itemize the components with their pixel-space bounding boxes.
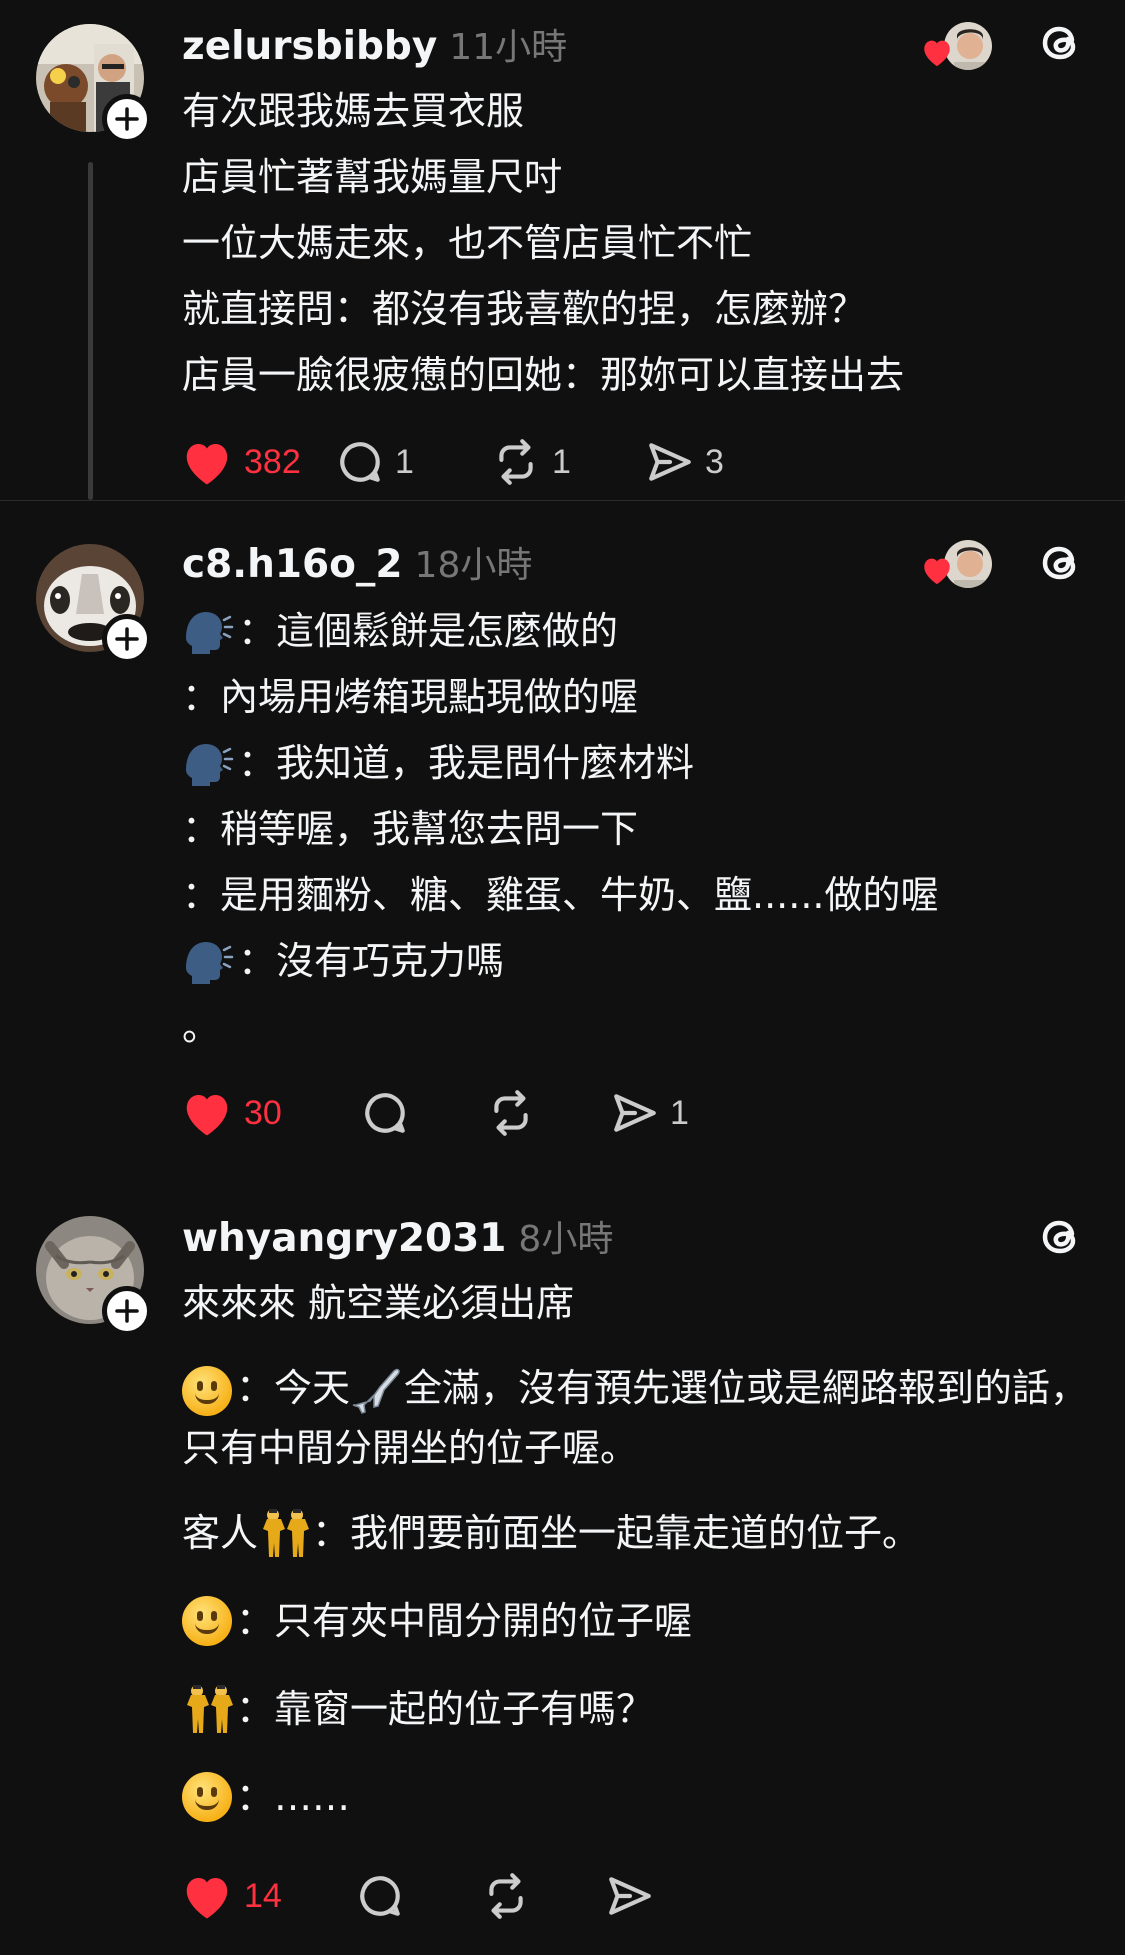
smile-icon <box>182 1365 232 1416</box>
post-line: ：稍等喔，我幫您去問一下 <box>182 807 639 851</box>
post-header: c8.h16o_2 18小時 <box>182 536 532 588</box>
post-line: ：只有夾中間分開的位子喔 <box>182 1588 1102 1654</box>
repost-icon <box>494 1090 528 1136</box>
share-icon <box>649 443 691 481</box>
like-button[interactable]: 382 <box>180 432 335 492</box>
comment-icon <box>360 1876 400 1916</box>
username[interactable]: whyangry2031 <box>182 1216 506 1261</box>
smile-icon <box>182 1772 232 1822</box>
action-bar: 382 1 1 3 <box>180 432 765 492</box>
like-button[interactable]: 30 <box>180 1083 360 1143</box>
speaking-head-icon <box>182 740 234 786</box>
speaking-head-icon <box>182 938 234 984</box>
post-line: 一位大媽走來，也不管店員忙不忙 <box>182 221 753 265</box>
follow-button[interactable] <box>102 1286 152 1336</box>
people-icon <box>258 1507 312 1559</box>
post-body: 來來來 航空業必須出席 ：今天 全滿，沒有預先選位或是網路報到的話，只有中間分開坐… <box>182 1270 1102 1830</box>
post-line-text: ：只有夾中間分開的位子喔 <box>236 1599 693 1643</box>
post-line: ：今天 全滿，沒有預先選位或是網路報到的話，只有中間分開坐的位子喔。 <box>182 1358 1102 1478</box>
post-line: 有次跟我媽去買衣服 <box>182 89 525 133</box>
post-line: ：我知道，我是問什麼材料 <box>182 730 1102 796</box>
reply-button[interactable] <box>355 1866 480 1926</box>
plus-icon <box>115 627 139 651</box>
post-line-text: ：這個鬆餅是怎麼做的 <box>238 609 619 653</box>
speaking-head-icon <box>182 608 234 654</box>
like-count: 382 <box>244 442 301 481</box>
post-line: ：…… <box>182 1764 1102 1830</box>
like-count: 30 <box>244 1093 282 1132</box>
post-line: ：靠窗一起的位子有嗎？ <box>182 1676 1102 1742</box>
share-icon <box>609 1877 651 1915</box>
post-header: zelursbibby 11小時 <box>182 18 567 70</box>
reply-button[interactable]: 1 <box>335 432 490 492</box>
liked-by-indicator[interactable] <box>920 20 1000 76</box>
heart-icon <box>186 1095 228 1136</box>
follow-button[interactable] <box>102 94 152 144</box>
post-body: ：這個鬆餅是怎麼做的 ：內場用烤箱現點現做的喔 ：我知道，我是問什麼材料 ：稍等… <box>182 598 1102 1060</box>
post-line: 店員忙著幫我媽量尺吋 <box>182 155 563 199</box>
post-line: 客人 ：我們要前面坐一起靠走道的位子。 <box>182 1500 1102 1566</box>
like-button[interactable]: 14 <box>180 1866 355 1926</box>
action-bar: 30 1 <box>180 1083 730 1143</box>
comment-icon <box>365 1093 405 1133</box>
repost-button[interactable] <box>480 1866 605 1926</box>
heart-icon <box>186 1878 228 1919</box>
share-button[interactable]: 1 <box>610 1083 730 1143</box>
post-divider <box>0 500 1125 501</box>
plus-icon <box>115 1299 139 1323</box>
share-count: 3 <box>705 442 724 481</box>
plus-icon <box>115 107 139 131</box>
like-count: 14 <box>244 1876 282 1915</box>
post-time: 18小時 <box>414 545 533 586</box>
post-line-text: ：今天 <box>236 1366 351 1410</box>
threads-logo-icon[interactable] <box>1036 1212 1086 1262</box>
action-bar: 14 <box>180 1866 685 1926</box>
share-button[interactable] <box>605 1866 685 1926</box>
post-body: 有次跟我媽去買衣服 店員忙著幫我媽量尺吋 一位大媽走來，也不管店員忙不忙 就直接… <box>182 78 1102 408</box>
post-line-text: ：我知道，我是問什麼材料 <box>238 741 695 785</box>
airplane-icon <box>352 1368 400 1414</box>
username[interactable]: zelursbibby <box>182 24 437 69</box>
repost-icon <box>489 1873 523 1919</box>
post-time: 8小時 <box>518 1219 614 1260</box>
post-line: ：沒有巧克力嗎 <box>182 928 1102 994</box>
post-line: 。 <box>182 1005 221 1049</box>
post-line-text: ：我們要前面坐一起靠走道的位子。 <box>312 1511 921 1555</box>
post-line: ：內場用烤箱現點現做的喔 <box>182 675 639 719</box>
repost-button[interactable]: 1 <box>490 432 645 492</box>
post-time: 11小時 <box>449 27 568 68</box>
heart-icon <box>186 444 228 485</box>
comment-icon <box>340 442 380 482</box>
post-line-text: ：靠窗一起的位子有嗎？ <box>236 1687 655 1731</box>
post-line: ：是用麵粉、糖、雞蛋、牛奶、鹽......做的喔 <box>182 873 939 917</box>
reply-button[interactable] <box>360 1083 485 1143</box>
username[interactable]: c8.h16o_2 <box>182 542 403 587</box>
reply-count: 1 <box>395 442 414 481</box>
heart-icon <box>924 558 950 585</box>
people-icon <box>182 1683 236 1735</box>
post-line-text: ：沒有巧克力嗎 <box>238 939 505 983</box>
repost-button[interactable] <box>485 1083 610 1143</box>
follow-button[interactable] <box>102 614 152 664</box>
smile-icon <box>182 1596 232 1646</box>
repost-count: 1 <box>552 442 571 481</box>
liked-by-indicator[interactable] <box>920 538 1000 594</box>
post-line: ：這個鬆餅是怎麼做的 <box>182 598 1102 664</box>
post-line: 就直接問：都沒有我喜歡的捏，怎麼辦？ <box>182 287 867 331</box>
post-header: whyangry2031 8小時 <box>182 1210 613 1262</box>
share-button[interactable]: 3 <box>645 432 765 492</box>
post-line: 來來來 航空業必須出席 <box>182 1281 575 1325</box>
post-line: 店員一臉很疲憊的回她：那妳可以直接出去 <box>182 353 905 397</box>
post-line-text: 客人 <box>182 1511 259 1555</box>
share-icon <box>614 1094 656 1132</box>
repost-icon <box>499 439 533 485</box>
heart-icon <box>924 40 950 67</box>
threads-logo-icon[interactable] <box>1036 18 1086 68</box>
threads-logo-icon[interactable] <box>1036 538 1086 588</box>
share-count: 1 <box>670 1093 689 1132</box>
thread-line <box>88 162 93 500</box>
post-line-text: ：…… <box>236 1775 351 1819</box>
